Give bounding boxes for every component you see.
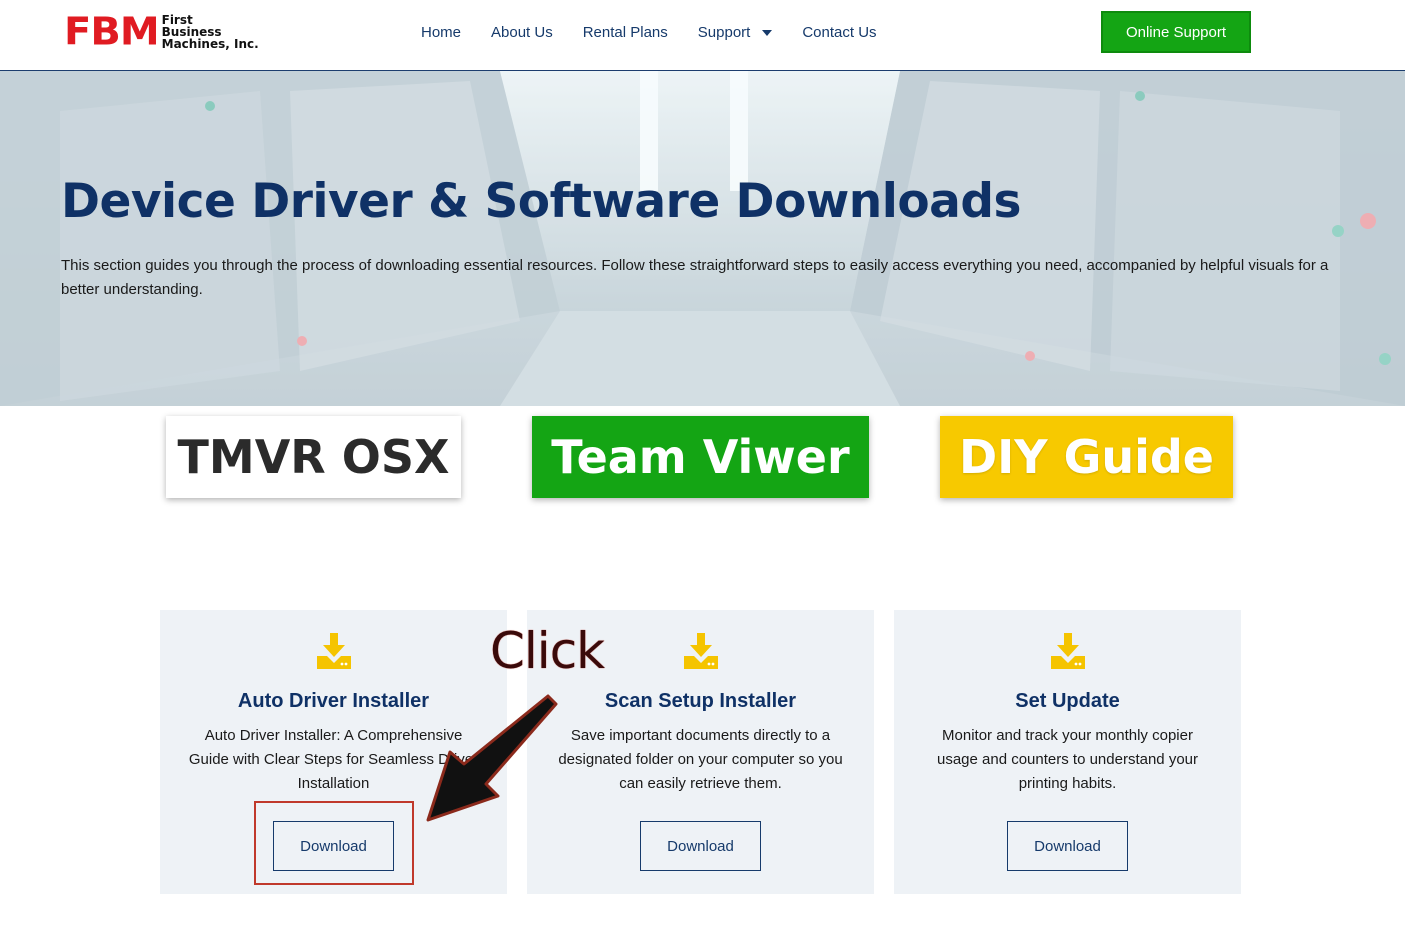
download-button-set-update[interactable]: Download xyxy=(1007,821,1128,871)
tmvr-osx-label[interactable]: TMVR OSX xyxy=(166,416,461,498)
logo-mark: FBM xyxy=(64,10,160,54)
card-title: Set Update xyxy=(1015,690,1120,712)
main-nav: Home About Us Rental Plans Support Conta… xyxy=(421,22,907,42)
logo-text: First Business Machines, Inc. xyxy=(162,14,259,50)
nav-support[interactable]: Support xyxy=(698,24,773,41)
hero-banner: Device Driver & Software Downloads This … xyxy=(0,71,1405,406)
card-description: Save important documents directly to a d… xyxy=(558,727,843,792)
arrow-annotation-icon xyxy=(426,694,558,822)
download-button-scan-setup[interactable]: Download xyxy=(640,821,761,871)
diy-guide-label[interactable]: DIY Guide xyxy=(940,416,1233,498)
online-support-button[interactable]: Online Support xyxy=(1101,11,1251,53)
nav-rental-plans[interactable]: Rental Plans xyxy=(583,24,668,41)
download-icon xyxy=(317,633,351,669)
nav-home[interactable]: Home xyxy=(421,24,461,41)
card-description: Monitor and track your monthly copier us… xyxy=(936,727,1198,792)
caret-down-icon xyxy=(762,30,773,36)
download-icon xyxy=(1051,633,1085,669)
site-header: FBM First Business Machines, Inc. Home A… xyxy=(0,0,1405,71)
fbm-logo[interactable]: FBM First Business Machines, Inc. xyxy=(64,12,259,52)
card-set-update: Set Update Monitor and track your monthl… xyxy=(894,610,1241,894)
click-annotation: Click xyxy=(490,622,605,680)
nav-support-label: Support xyxy=(697,23,751,41)
hero-description: This section guides you through the proc… xyxy=(61,257,1329,298)
page-title: Device Driver & Software Downloads xyxy=(61,174,1021,229)
logo-line-3: Machines, Inc. xyxy=(161,37,259,51)
nav-contact-us[interactable]: Contact Us xyxy=(802,24,876,41)
card-title: Scan Setup Installer xyxy=(604,690,797,712)
download-icon xyxy=(684,633,718,669)
team-viewer-label[interactable]: Team Viwer xyxy=(532,416,869,498)
server-room-background xyxy=(0,71,1405,406)
highlight-box xyxy=(254,801,414,885)
nav-about-us[interactable]: About Us xyxy=(491,24,553,41)
